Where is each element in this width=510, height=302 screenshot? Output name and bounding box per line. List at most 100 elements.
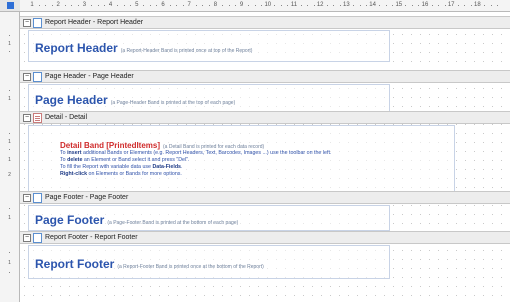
ruler-tick [379,5,381,6]
ruler-tick [228,5,230,6]
page-header-title: Page Header [35,93,108,107]
detail-band[interactable]: Detail Band [PrintedItems] (a Detail Band… [28,125,455,195]
report-header-band[interactable]: Report Header (a Report-Header Band is pr… [28,30,390,62]
ruler-number: 1 [30,2,34,8]
ruler-tick [444,5,446,6]
report-footer-band[interactable]: Report Footer (a Report-Footer Band is pr… [28,245,390,279]
band-page-icon [33,233,42,243]
report-header-title-line[interactable]: Report Header (a Report-Header Band is pr… [35,39,252,57]
report-footer-title-line[interactable]: Report Footer (a Report-Footer Band is pr… [35,255,264,273]
ruler-number: 16 [421,2,429,8]
detail-title: Detail Band [PrintedItems] [60,141,161,150]
ruler-number: 1 [8,260,11,266]
ruler-number: 14 [369,2,376,8]
ruler-tick [208,5,210,6]
band-bar-detail[interactable]: − Detail - Detail [20,111,510,124]
instruction-delete: To delete an Element or Band select it a… [60,157,190,163]
ruler-number: 7 [187,2,191,8]
ruler-tick [130,5,132,6]
band-label: Page Footer - Page Footer [45,194,129,201]
instruction-insert: To insert additional Bands or Elements (… [60,150,332,156]
ruler-tick [149,5,151,6]
ruler-tick [313,5,315,6]
ruler-number: 1 [8,215,11,221]
ruler-tick [359,5,361,6]
ruler-tick [483,5,485,6]
ruler-segment-detail: 1 1 2 [0,127,19,187]
band-page-icon [33,193,42,203]
ruler-tick [411,5,413,6]
ruler-number: 12 [316,2,324,8]
ruler-tick [287,5,289,6]
collapse-icon[interactable]: − [23,19,31,27]
instruction-right-click: Right-click on Elements or Bands for mor… [60,171,182,177]
ruler-tick [221,5,223,6]
ruler-tick [235,5,237,6]
ruler-number: 1 [8,96,11,102]
band-bar-report-footer[interactable]: − Report Footer - Report Footer [20,231,510,244]
ruler-number: 5 [135,2,139,8]
band-bar-page-header[interactable]: − Page Header - Page Header [20,70,510,83]
ruler-tick [274,5,276,6]
ruler-tick [307,5,309,6]
ruler-tick [431,5,433,6]
ruler-tick [438,5,440,6]
band-page-icon [33,18,42,28]
ruler-number: 11 [290,2,298,8]
ruler-tick [202,5,204,6]
ruler-number: 1 [8,41,11,47]
ruler-number: 13 [343,2,350,8]
ruler-tick [326,5,328,6]
ruler-number: 1 [8,139,11,145]
ruler-tick [339,5,341,6]
report-footer-note: (a Report-Footer Band is printed once at… [117,264,264,270]
ruler-tick [254,5,256,6]
page-footer-band[interactable]: Page Footer (a Page-Footer Band is printe… [28,205,390,231]
page-footer-title-line[interactable]: Page Footer (a Page-Footer Band is printe… [35,211,238,229]
ruler-tick [280,5,282,6]
ruler-tick [77,5,79,6]
band-label: Page Header - Page Header [45,73,134,80]
band-bar-report-header[interactable]: − Report Header - Report Header [20,16,510,29]
ruler-number: 2 [8,172,11,178]
ruler-tick [71,5,73,6]
vertical-ruler: 1 1 1 1 2 1 1 [0,12,20,302]
ruler-tick [405,5,407,6]
page-header-band[interactable]: Page Header (a Page-Header Band is printe… [28,84,390,112]
ruler-tick [51,5,53,6]
page-footer-note: (a Page-Footer Band is printed at the bo… [107,220,239,226]
ruler-number: 3 [82,2,87,8]
band-bar-page-footer[interactable]: − Page Footer - Page Footer [20,191,510,204]
band-label: Report Header - Report Header [45,19,144,26]
ruler-number: 1 [8,157,11,163]
ruler-number: 2 [56,2,60,8]
ruler-tick [104,5,106,6]
ruler-tick [418,5,420,6]
ruler-tick [64,5,66,6]
ruler-tick [352,5,354,6]
ruler-tick [385,5,387,6]
ruler-number: 17 [447,2,455,8]
collapse-icon[interactable]: − [23,114,31,122]
band-page-icon [33,72,42,82]
ruler-number: 4 [108,2,113,8]
band-label: Detail - Detail [45,114,88,121]
report-footer-title: Report Footer [35,257,115,271]
report-header-title: Report Header [35,41,118,55]
report-header-note: (a Report-Header Band is printed once at… [120,48,253,54]
instruction-data-fields: To fill the Report with variable data us… [60,164,183,170]
ruler-tick [457,5,459,6]
ruler-corner[interactable] [0,0,20,11]
collapse-icon[interactable]: − [23,73,31,81]
collapse-icon[interactable]: − [23,194,31,202]
ruler-number: 6 [161,2,165,8]
ruler-segment-report-header: 1 [0,23,19,68]
report-design-canvas[interactable]: − Report Header - Report Header Report H… [20,12,510,302]
page-header-title-line[interactable]: Page Header (a Page-Header Band is printe… [35,91,235,109]
ruler-tick [392,5,394,6]
ruler-tick [156,5,158,6]
ruler-tick [143,5,145,6]
ruler-number: 18 [474,2,481,8]
ruler-tick [490,5,492,6]
collapse-icon[interactable]: − [23,234,31,242]
